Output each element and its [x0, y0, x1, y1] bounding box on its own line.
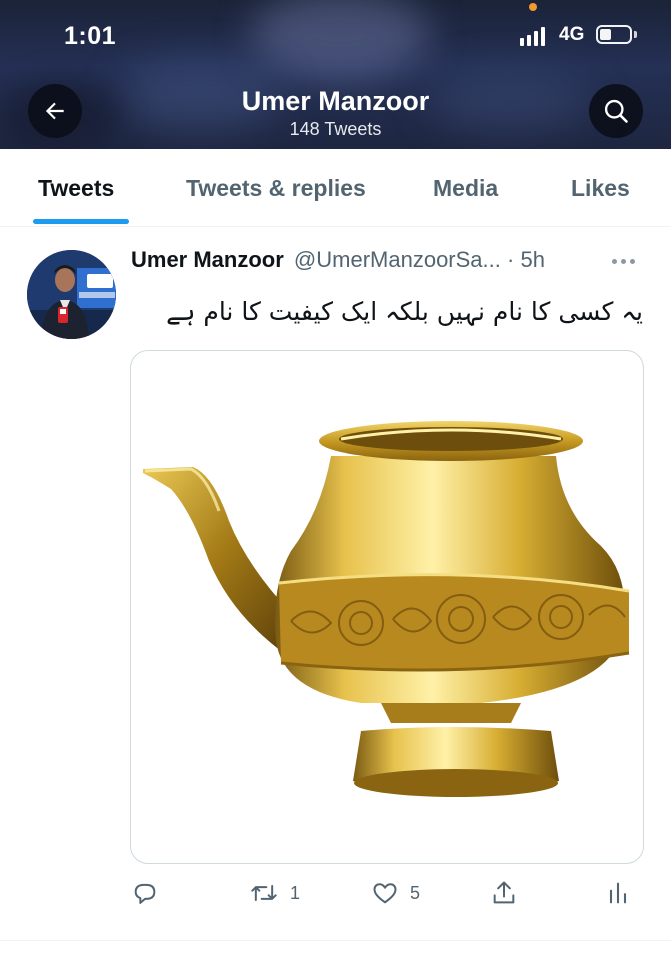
author-avatar[interactable] [27, 250, 116, 339]
search-button[interactable] [589, 84, 643, 138]
battery-tip [634, 31, 637, 38]
tweet-actions: 1 5 [0, 873, 671, 913]
reply-icon [134, 883, 156, 904]
profile-name: Umer Manzoor [241, 86, 430, 116]
tab-tweets-and-replies[interactable]: Tweets & replies [186, 175, 366, 202]
active-tab-indicator [33, 219, 129, 224]
recording-indicator-icon [529, 3, 537, 11]
reply-button[interactable] [131, 873, 169, 913]
share-icon [493, 881, 515, 904]
tweet-author-name[interactable]: Umer Manzoor [131, 247, 284, 272]
tweet-media[interactable] [130, 350, 644, 864]
battery-icon [596, 25, 632, 44]
like-count: 5 [410, 882, 421, 903]
more-dot-icon [630, 258, 635, 264]
tab-tweets[interactable]: Tweets [38, 175, 114, 202]
tweet-author-handle[interactable]: @UmerManzoorSa... [294, 247, 501, 272]
brass-pitcher-image [143, 421, 630, 797]
signal-icon [520, 26, 552, 46]
heart-icon [373, 883, 397, 904]
analytics-icon [609, 882, 627, 904]
tab-likes[interactable]: Likes [571, 175, 630, 202]
retweet-count: 1 [290, 882, 301, 903]
more-dot-icon [612, 258, 617, 264]
analytics-button[interactable] [606, 873, 630, 913]
share-button[interactable] [490, 873, 518, 913]
more-options-button[interactable] [612, 254, 642, 268]
profile-header: 1:01 4G Umer Manzoor 148 Tweets [0, 0, 671, 149]
tweet-separator: · [507, 247, 515, 272]
tweet-text: یہ کسی کا نام نہیں بلکہ ایک کیفیت کا نام… [166, 297, 643, 326]
profile-tabs: Tweets Tweets & replies Media Likes [0, 149, 671, 227]
tab-media[interactable]: Media [433, 175, 498, 202]
status-time: 1:01 [64, 22, 117, 50]
tweet-timestamp[interactable]: 5h [520, 247, 544, 272]
retweet-icon [251, 885, 277, 901]
tweet-header: Umer Manzoor @UmerManzoorSa... · 5h [131, 247, 545, 277]
more-dot-icon [621, 258, 626, 264]
divider [0, 940, 671, 941]
search-icon [604, 99, 628, 123]
tweet-count: 148 Tweets [289, 119, 382, 139]
like-button[interactable]: 5 [370, 873, 420, 913]
retweet-button[interactable]: 1 [248, 873, 300, 913]
network-type: 4G [559, 24, 585, 45]
avatar-image [27, 250, 116, 339]
